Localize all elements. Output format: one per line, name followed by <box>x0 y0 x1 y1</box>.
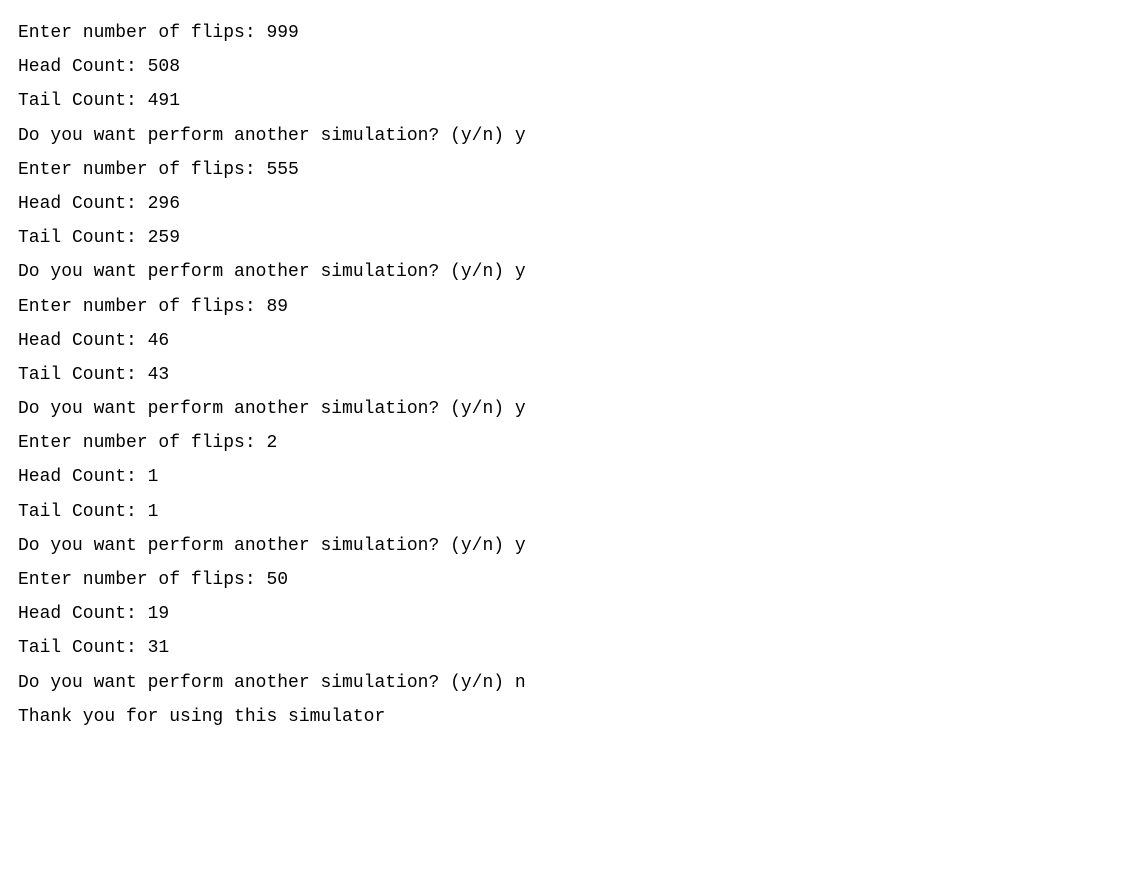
terminal-line: Enter number of flips: 2 <box>18 426 1118 460</box>
terminal-line: Enter number of flips: 89 <box>18 290 1118 324</box>
terminal-line: Head Count: 508 <box>18 50 1118 84</box>
terminal-line: Thank you for using this simulator <box>18 700 1118 734</box>
terminal-line: Head Count: 1 <box>18 460 1118 494</box>
terminal-line: Tail Count: 259 <box>18 221 1118 255</box>
terminal-line: Do you want perform another simulation? … <box>18 119 1118 153</box>
terminal-line: Do you want perform another simulation? … <box>18 255 1118 289</box>
terminal-line: Tail Count: 1 <box>18 495 1118 529</box>
terminal-line: Head Count: 46 <box>18 324 1118 358</box>
terminal-line: Do you want perform another simulation? … <box>18 529 1118 563</box>
terminal-line: Enter number of flips: 50 <box>18 563 1118 597</box>
terminal-line: Enter number of flips: 999 <box>18 16 1118 50</box>
terminal-line: Head Count: 296 <box>18 187 1118 221</box>
terminal-line: Do you want perform another simulation? … <box>18 666 1118 700</box>
terminal-line: Enter number of flips: 555 <box>18 153 1118 187</box>
terminal-line: Tail Count: 43 <box>18 358 1118 392</box>
terminal-line: Head Count: 19 <box>18 597 1118 631</box>
terminal-line: Tail Count: 491 <box>18 84 1118 118</box>
terminal-line: Tail Count: 31 <box>18 631 1118 665</box>
terminal-line: Do you want perform another simulation? … <box>18 392 1118 426</box>
terminal-output: Enter number of flips: 999Head Count: 50… <box>18 16 1118 734</box>
